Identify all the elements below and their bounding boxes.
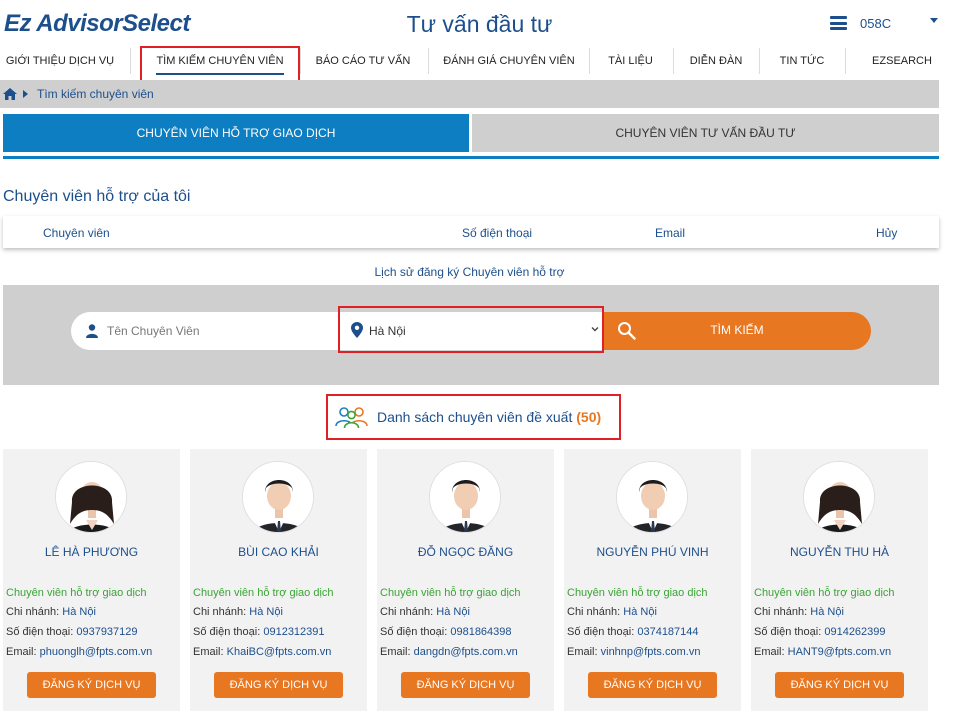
nav-item-news[interactable]: TIN TỨC [762, 46, 842, 78]
advisor-name-field [71, 312, 351, 350]
advisor-name-input[interactable] [107, 312, 337, 350]
avatar[interactable] [429, 461, 501, 533]
advisor-phone: Số điện thoại: 0914262399 [754, 626, 886, 638]
advisor-phone: Số điện thoại: 0374187144 [567, 626, 699, 638]
advisor-role: Chuyên viên hỗ trợ giao dịch [567, 587, 708, 599]
advisor-role: Chuyên viên hỗ trợ giao dịch [754, 587, 895, 599]
advisor-branch: Chi nhánh: Hà Nội [6, 606, 96, 618]
main-nav: GIỚI THIỆU DỊCH VỤ TÌM KIẾM CHUYÊN VIÊN … [0, 46, 959, 78]
advisor-branch: Chi nhánh: Hà Nội [754, 606, 844, 618]
advisor-email: Email: phuonglh@fpts.com.vn [6, 646, 153, 658]
advisor-role: Chuyên viên hỗ trợ giao dịch [193, 587, 334, 599]
page-title: Tư vấn đầu tư [406, 11, 553, 37]
tab-trading-support-advisor[interactable]: CHUYÊN VIÊN HỖ TRỢ GIAO DỊCH [3, 114, 469, 152]
city-select-value: Hà Nội [369, 324, 406, 338]
advisor-name[interactable]: NGUYỄN THU HÀ [751, 545, 928, 559]
home-icon[interactable] [3, 88, 17, 100]
advisor-card: NGUYỄN THU HÀ Chuyên viên hỗ trợ giao dịc… [751, 449, 928, 711]
nav-item-rate-advisor[interactable]: ĐÁNH GIÁ CHUYÊN VIÊN [432, 46, 586, 78]
suggested-advisors-title: Danh sách chuyên viên đề xuất (50) [377, 409, 602, 425]
advisor-email: Email: dangdn@fpts.com.vn [380, 646, 518, 658]
app-header: Ez AdvisorSelect Tư vấn đầu tư 058C [0, 0, 959, 46]
advisor-name[interactable]: BÙI CAO KHẢI [190, 545, 367, 559]
register-service-button[interactable]: ĐĂNG KÝ DỊCH VỤ [588, 672, 717, 698]
column-phone: Số điện thoại [462, 226, 533, 240]
people-group-icon [335, 407, 368, 428]
nav-item-ezsearch[interactable]: EZSEARCH [848, 46, 956, 78]
avatar[interactable] [616, 461, 688, 533]
person-icon [86, 324, 98, 338]
advisor-role: Chuyên viên hỗ trợ giao dịch [6, 587, 147, 599]
my-advisor-title: Chuyên viên hỗ trợ của tôi [3, 188, 191, 205]
advisor-name[interactable]: ĐỖ NGỌC ĐĂNG [377, 545, 554, 559]
advisor-role: Chuyên viên hỗ trợ giao dịch [380, 587, 521, 599]
advisor-phone: Số điện thoại: 0981864398 [380, 626, 512, 638]
advisor-name[interactable]: LÊ HÀ PHƯƠNG [3, 545, 180, 559]
menu-icon[interactable] [830, 16, 847, 30]
register-service-button[interactable]: ĐĂNG KÝ DỊCH VỤ [27, 672, 156, 698]
nav-item-documents[interactable]: TÀI LIỆU [592, 46, 669, 78]
nav-item-forum[interactable]: DIỄN ĐÀN [676, 46, 756, 78]
advisor-name[interactable]: NGUYỄN PHÚ VINH [564, 545, 741, 559]
nav-item-service-intro[interactable]: GIỚI THIỆU DỊCH VỤ [0, 46, 120, 78]
suggested-count: (50) [576, 409, 602, 425]
advisor-email: Email: HANT9@fpts.com.vn [754, 646, 892, 658]
advisor-card: LÊ HÀ PHƯƠNG Chuyên viên hỗ trợ giao dịch… [3, 449, 180, 711]
breadcrumb: Tìm kiếm chuyên viên [0, 80, 939, 108]
tab-investment-advisor[interactable]: CHUYÊN VIÊN TƯ VẤN ĐẦU TƯ [472, 114, 939, 152]
avatar[interactable] [803, 461, 875, 533]
register-service-button[interactable]: ĐĂNG KÝ DỊCH VỤ [401, 672, 530, 698]
chevron-down-icon[interactable] [930, 18, 938, 23]
breadcrumb-current[interactable]: Tìm kiếm chuyên viên [37, 87, 154, 101]
column-cancel: Hủy [876, 226, 898, 240]
advisor-branch: Chi nhánh: Hà Nội [567, 606, 657, 618]
search-button[interactable]: TÌM KIẾM [603, 312, 871, 350]
advisor-branch: Chi nhánh: Hà Nội [193, 606, 283, 618]
search-button-label: TÌM KIẾM [710, 323, 764, 337]
advisor-card: BÙI CAO KHẢI Chuyên viên hỗ trợ giao dịch… [190, 449, 367, 711]
my-advisor-table-header: Chuyên viên Số điện thoại Email Hủy [3, 216, 939, 248]
search-panel: Hà Nội TÌM KIẾM [3, 285, 939, 385]
advisor-card: NGUYỄN PHÚ VINH Chuyên viên hỗ trợ giao d… [564, 449, 741, 711]
advisor-email: Email: KhaiBC@fpts.com.vn [193, 646, 332, 658]
advisor-branch: Chi nhánh: Hà Nội [380, 606, 470, 618]
advisor-phone: Số điện thoại: 0937937129 [6, 626, 138, 638]
register-service-button[interactable]: ĐĂNG KÝ DỊCH VỤ [775, 672, 904, 698]
breadcrumb-arrow-icon [23, 90, 28, 98]
nav-item-advisory-reports[interactable]: BÁO CÁO TƯ VẤN [303, 46, 423, 78]
advisor-card: ĐỖ NGỌC ĐĂNG Chuyên viên hỗ trợ giao dịch… [377, 449, 554, 711]
column-advisor: Chuyên viên [43, 226, 110, 240]
register-service-button[interactable]: ĐĂNG KÝ DỊCH VỤ [214, 672, 343, 698]
chevron-down-icon [591, 327, 599, 332]
advisor-email: Email: vinhnp@fpts.com.vn [567, 646, 701, 658]
avatar[interactable] [55, 461, 127, 533]
tab-underline [3, 156, 939, 159]
nav-item-find-advisor[interactable]: TÌM KIẾM CHUYÊN VIÊN [140, 46, 300, 78]
avatar[interactable] [242, 461, 314, 533]
search-icon [618, 322, 636, 340]
advisor-phone: Số điện thoại: 0912312391 [193, 626, 325, 638]
column-email: Email [655, 226, 686, 240]
suggested-advisors-header: Danh sách chuyên viên đề xuất (50) [326, 394, 621, 440]
city-select[interactable]: Hà Nội [341, 312, 603, 350]
location-pin-icon [351, 322, 363, 338]
registration-history-link[interactable]: Lịch sử đăng ký Chuyên viên hỗ trợ [0, 265, 939, 279]
user-account-code[interactable]: 058C [860, 16, 891, 31]
